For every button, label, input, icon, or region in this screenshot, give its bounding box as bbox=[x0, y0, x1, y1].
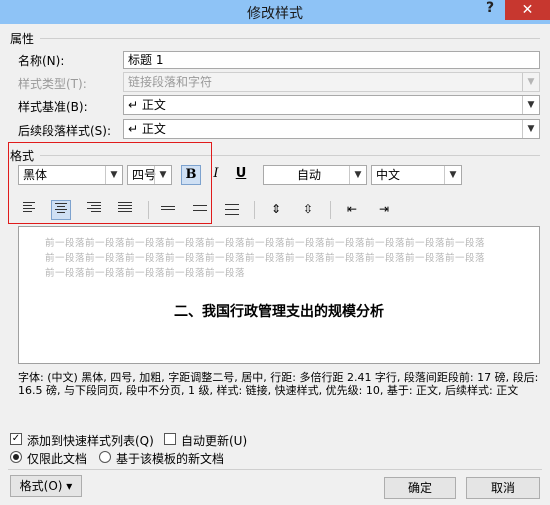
toolbar-separator bbox=[254, 201, 255, 219]
style-type-select: 链接段落和字符 ▼ bbox=[123, 72, 540, 92]
auto-update-checkbox[interactable] bbox=[164, 433, 176, 445]
highlight-box bbox=[8, 142, 212, 224]
properties-section-label: 属性 bbox=[10, 32, 35, 46]
new-docs-template-label[interactable]: 基于该模板的新文档 bbox=[116, 450, 224, 467]
add-quick-style-checkbox[interactable]: ✓ bbox=[10, 433, 22, 445]
double-spacing-icon[interactable] bbox=[222, 200, 242, 220]
preview-filler-line: 前一段落前一段落前一段落前一段落前一段落 bbox=[45, 268, 246, 279]
increase-spacing-before-icon[interactable]: ⇕ bbox=[266, 200, 286, 220]
window-title: 修改样式 bbox=[247, 6, 303, 22]
language-value: 中文 bbox=[376, 168, 401, 182]
font-color-select[interactable]: 自动 ▼ bbox=[263, 165, 367, 185]
format-menu-button[interactable]: 格式(O) ▾ bbox=[10, 475, 82, 497]
next-style-select[interactable]: ↵ 正文 ▼ bbox=[123, 119, 540, 139]
chevron-down-icon[interactable]: ▼ bbox=[444, 166, 461, 184]
next-style-label: 后续段落样式(S): bbox=[18, 124, 112, 138]
name-input[interactable]: 标题 1 bbox=[123, 51, 540, 69]
bottom-divider bbox=[8, 469, 542, 470]
ok-button[interactable]: 确定 bbox=[384, 477, 456, 499]
name-label: 名称(N): bbox=[18, 54, 65, 68]
help-button[interactable]: ? bbox=[484, 0, 496, 20]
style-type-label: 样式类型(T): bbox=[18, 77, 87, 91]
new-docs-template-radio[interactable] bbox=[99, 451, 111, 463]
preview-filler-line: 前一段落前一段落前一段落前一段落前一段落前一段落前一段落前一段落前一段落前一段落… bbox=[45, 253, 486, 264]
based-on-value: ↵ 正文 bbox=[128, 98, 166, 112]
next-style-value: ↵ 正文 bbox=[128, 122, 166, 136]
increase-spacing-after-icon[interactable]: ⇳ bbox=[298, 200, 318, 220]
cancel-button[interactable]: 取消 bbox=[466, 477, 540, 499]
font-color-value: 自动 bbox=[296, 168, 321, 182]
based-on-select[interactable]: ↵ 正文 ▼ bbox=[123, 95, 540, 115]
language-select[interactable]: 中文 ▼ bbox=[371, 165, 462, 185]
chevron-down-icon[interactable]: ▼ bbox=[522, 96, 539, 114]
preview-pane: 前一段落前一段落前一段落前一段落前一段落前一段落前一段落前一段落前一段落前一段落… bbox=[18, 226, 540, 364]
based-on-label: 样式基准(B): bbox=[18, 100, 88, 114]
chevron-down-icon: ▼ bbox=[522, 73, 539, 91]
style-description: 字体: (中文) 黑体, 四号, 加粗, 字距调整二号, 居中, 行距: 多倍行… bbox=[18, 371, 539, 397]
chevron-down-icon[interactable]: ▼ bbox=[349, 166, 366, 184]
style-type-value: 链接段落和字符 bbox=[128, 75, 213, 89]
add-quick-style-label[interactable]: 添加到快速样式列表(Q) bbox=[27, 432, 154, 449]
preview-filler-line: 前一段落前一段落前一段落前一段落前一段落前一段落前一段落前一段落前一段落前一段落… bbox=[45, 238, 486, 249]
close-button[interactable]: ✕ bbox=[505, 0, 550, 20]
only-this-document-label[interactable]: 仅限此文档 bbox=[27, 450, 87, 467]
auto-update-label[interactable]: 自动更新(U) bbox=[181, 432, 247, 449]
properties-divider bbox=[40, 38, 540, 39]
chevron-down-icon[interactable]: ▼ bbox=[522, 120, 539, 138]
preview-sample-text: 二、我国行政管理支出的规模分析 bbox=[174, 304, 384, 320]
only-this-document-radio[interactable] bbox=[10, 451, 22, 463]
toolbar-separator bbox=[330, 201, 331, 219]
underline-button[interactable]: U bbox=[231, 165, 251, 185]
increase-indent-icon[interactable]: ⇥ bbox=[374, 200, 394, 220]
decrease-indent-icon[interactable]: ⇤ bbox=[342, 200, 362, 220]
